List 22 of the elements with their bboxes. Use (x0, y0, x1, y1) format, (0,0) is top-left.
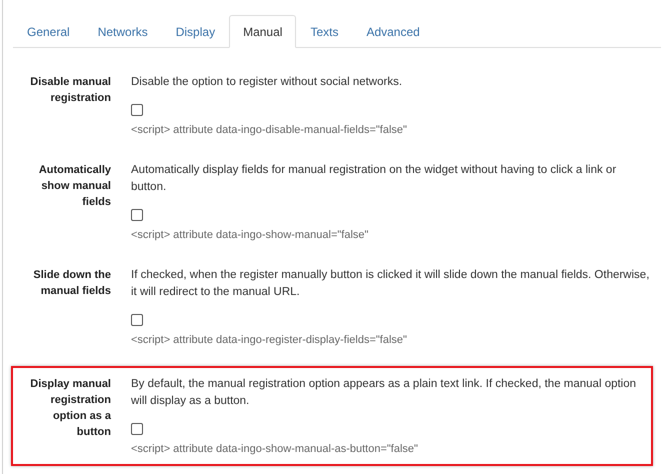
attribute-hint: <script> attribute data-ingo-show-manual-as-button="false" (131, 442, 419, 457)
setting-label: Disable manual registration (29, 75, 111, 106)
checkbox[interactable] (131, 314, 143, 326)
attribute-hint: <script> attribute data-ingo-register-display-fields="false" (131, 333, 408, 348)
tab[interactable]: Manual (229, 15, 296, 48)
checkbox[interactable] (131, 423, 143, 435)
setting-description: If checked, when the register manually button is clicked it will slide down the manual fields. Otherwise, it will redirect to the manual URL. (131, 268, 650, 300)
tab[interactable]: General (13, 15, 84, 48)
tab[interactable]: Display (162, 15, 230, 48)
setting-label: Slide down the manual fields (32, 268, 111, 299)
setting-label: Automatically show manual fields (38, 163, 111, 210)
tab[interactable]: Texts (296, 15, 352, 48)
attribute-hint: <script> attribute data-ingo-show-manual="false" (131, 228, 370, 243)
setting-description: Automatically display fields for manual registration on the widget without having to click a link or button. (131, 163, 618, 195)
setting-label: Display manual registration option as a button (29, 377, 111, 440)
checkbox[interactable] (131, 209, 143, 221)
checkbox[interactable] (131, 104, 143, 116)
attribute-hint: <script> attribute data-ingo-disable-manual-fields="false" (131, 123, 408, 138)
setting-description: By default, the manual registration option appears as a plain text link. If checked, the manual option will display as a button. (131, 377, 638, 409)
tab[interactable]: Advanced (352, 15, 434, 48)
tab[interactable]: Networks (84, 15, 162, 48)
setting-description: Disable the option to register without social networks. (131, 75, 404, 90)
